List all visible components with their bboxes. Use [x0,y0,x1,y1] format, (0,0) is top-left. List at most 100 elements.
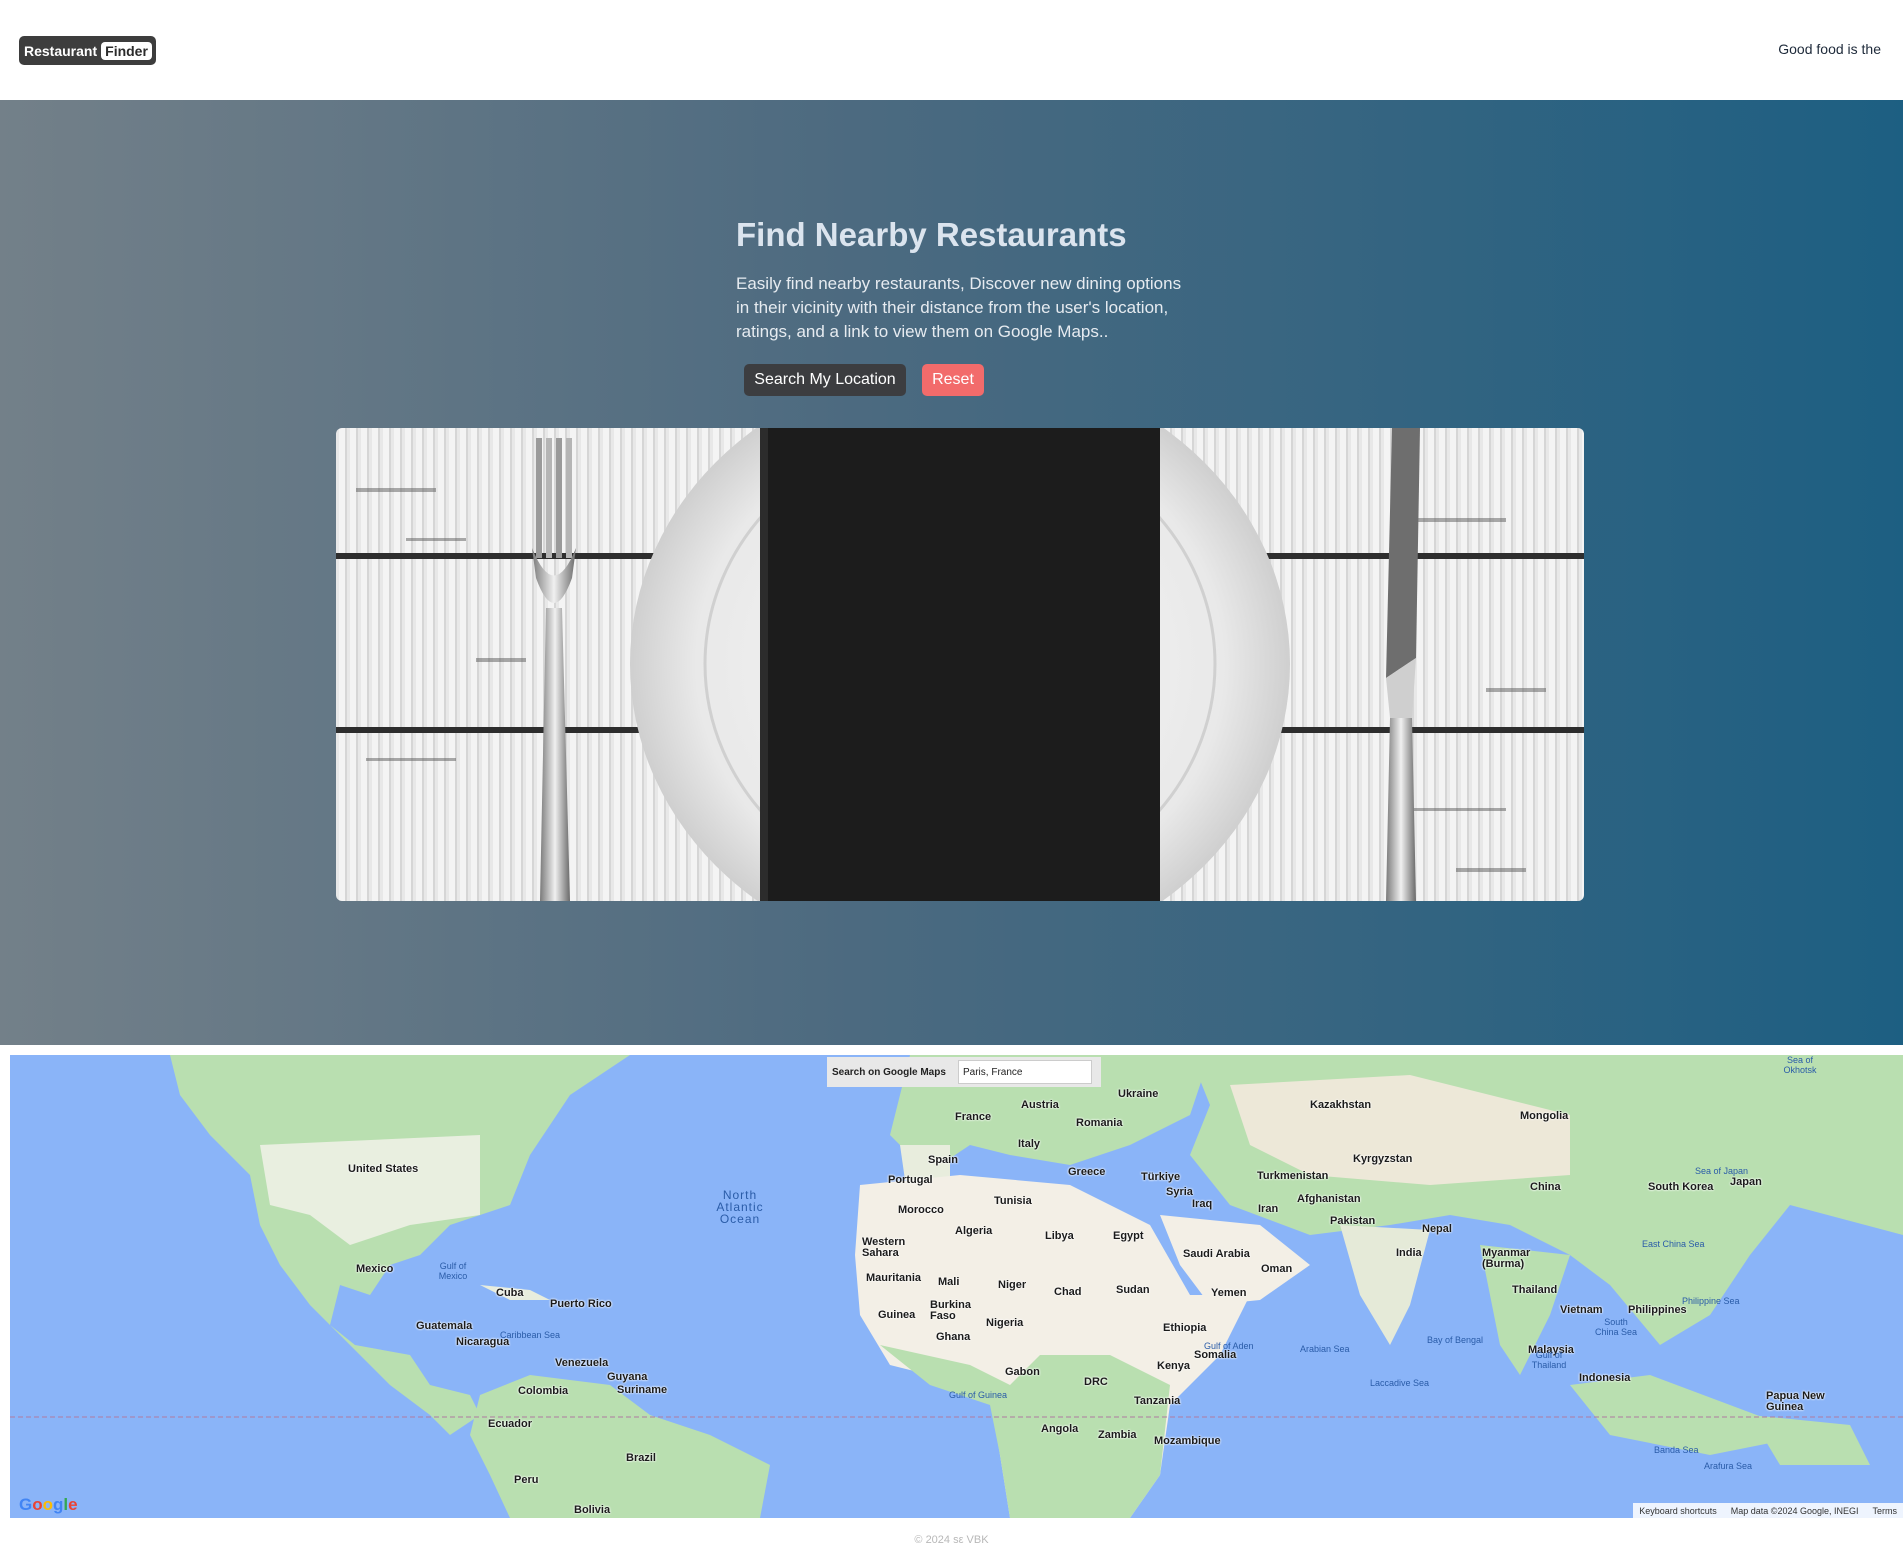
country-label: Kazakhstan [1310,1099,1372,1111]
country-label: Angola [1041,1423,1079,1435]
country-label: Papua New Guinea [1766,1390,1825,1413]
country-label: Bolivia [574,1504,611,1516]
google-logo[interactable]: Google [19,1495,78,1515]
knife-icon [1386,428,1420,901]
country-label: Colombia [518,1385,569,1397]
country-label: Portugal [888,1174,933,1186]
country-label: Nigeria [986,1317,1024,1329]
country-label: Guyana [607,1371,648,1383]
country-label: Western Sahara [862,1236,906,1259]
country-label: Philippines [1628,1304,1687,1316]
country-label: Niger [998,1279,1027,1291]
country-label: Spain [928,1154,958,1166]
copyright: © 2024 sε VBK [914,1534,989,1546]
country-label: Brazil [626,1452,656,1464]
country-label: Egypt [1113,1230,1144,1242]
country-label: Mozambique [1154,1435,1221,1447]
country-label: France [955,1111,992,1123]
country-label: Kenya [1157,1360,1191,1372]
country-label: Italy [1018,1138,1041,1150]
ocean-label: East China Sea [1642,1239,1705,1249]
ocean-label: North Atlantic Ocean [716,1188,764,1226]
country-label: Afghanistan [1297,1193,1361,1205]
country-label: Syria [1166,1186,1193,1198]
country-label: Greece [1068,1166,1106,1178]
country-label: Gabon [1005,1366,1040,1378]
map-search-input[interactable] [958,1060,1092,1084]
country-label: United States [348,1163,419,1175]
country-label: Mexico [356,1263,394,1275]
country-label: Türkiye [1141,1171,1181,1183]
country-label: Mauritania [866,1272,922,1284]
search-location-button[interactable]: Search My Location [744,364,906,396]
country-label: DRC [1084,1376,1108,1388]
ocean-label: Banda Sea [1654,1445,1699,1455]
country-label: India [1396,1247,1422,1259]
ocean-label: Sea of Japan [1695,1166,1749,1176]
country-label: Oman [1261,1263,1293,1275]
country-label: Tanzania [1134,1395,1181,1407]
navbar: Restaurant Finder Good food is the [0,0,1903,100]
fork-icon [532,438,576,901]
brand-text: Restaurant [24,42,98,59]
ocean-label: Sea of Okhotsk [1783,1055,1817,1075]
country-label: Venezuela [555,1357,609,1369]
tagline-marquee: Good food is the [1778,41,1881,57]
country-label: Sudan [1116,1284,1150,1296]
country-label: Kyrgyzstan [1353,1153,1413,1165]
ocean-label: Gulf of Mexico [438,1261,468,1281]
country-label: Pakistan [1330,1215,1376,1227]
brand-text-badge: Finder [101,41,152,60]
country-label: Austria [1021,1099,1059,1111]
country-label: Vietnam [1560,1304,1603,1316]
country-label: Zambia [1098,1429,1137,1441]
ocean-label: Arabian Sea [1300,1344,1350,1354]
country-label: Morocco [898,1204,944,1216]
ocean-label: Arafura Sea [1704,1461,1753,1471]
country-label: Ethiopia [1163,1322,1207,1334]
country-label: Algeria [955,1225,993,1237]
country-label: Guinea [878,1309,916,1321]
country-label: Tunisia [994,1195,1032,1207]
country-label: Japan [1730,1176,1762,1188]
ocean-label: Gulf of Aden [1204,1341,1254,1351]
country-label: Mali [938,1276,960,1288]
map-search-label: Search on Google Maps [832,1066,946,1078]
hero-description: Easily find nearby restaurants, Discover… [736,274,1182,341]
ocean-label: South China Sea [1594,1317,1638,1337]
table-setting-illustration [356,428,1546,901]
ocean-label: Bay of Bengal [1427,1335,1484,1345]
ocean-label: Philippine Sea [1682,1296,1740,1306]
ocean-label: Gulf of Thailand [1531,1350,1567,1370]
country-label: Libya [1045,1230,1074,1242]
hero-image [336,428,1584,901]
country-label: Mongolia [1520,1110,1569,1122]
map-search-box: Search on Google Maps [827,1057,1101,1087]
keyboard-shortcuts-link[interactable]: Keyboard shortcuts [1639,1506,1717,1516]
map-data-credit: Map data ©2024 Google, INEGI [1730,1505,1859,1516]
country-label: Nepal [1422,1223,1452,1235]
country-label: Peru [514,1474,539,1486]
country-label: Burkina Faso [930,1299,971,1322]
page-title: Find Nearby Restaurants [736,216,1127,253]
country-label: Puerto Rico [550,1298,612,1310]
country-label: Guatemala [416,1320,473,1332]
reset-button[interactable]: Reset [922,364,984,396]
country-label: China [1530,1181,1561,1193]
brand-logo[interactable]: Restaurant Finder [19,36,156,65]
country-label: Cuba [496,1287,524,1299]
country-label: Myanmar (Burma) [1482,1247,1531,1270]
country-label: Yemen [1211,1287,1247,1299]
country-label: Ghana [936,1331,971,1343]
terms-link[interactable]: Terms [1873,1506,1898,1516]
country-label: Turkmenistan [1257,1170,1329,1182]
country-label: Indonesia [1579,1372,1631,1384]
ocean-label: Gulf of Guinea [949,1390,1008,1400]
ocean-label: Laccadive Sea [1370,1378,1430,1388]
country-label: South Korea [1648,1181,1714,1193]
google-map[interactable]: United States Mexico Cuba Puerto Rico Gu… [10,1055,1903,1518]
country-label: Thailand [1512,1284,1558,1296]
country-label: Ecuador [488,1418,533,1430]
country-label: Ukraine [1118,1088,1159,1100]
ocean-label: Caribbean Sea [500,1330,561,1340]
